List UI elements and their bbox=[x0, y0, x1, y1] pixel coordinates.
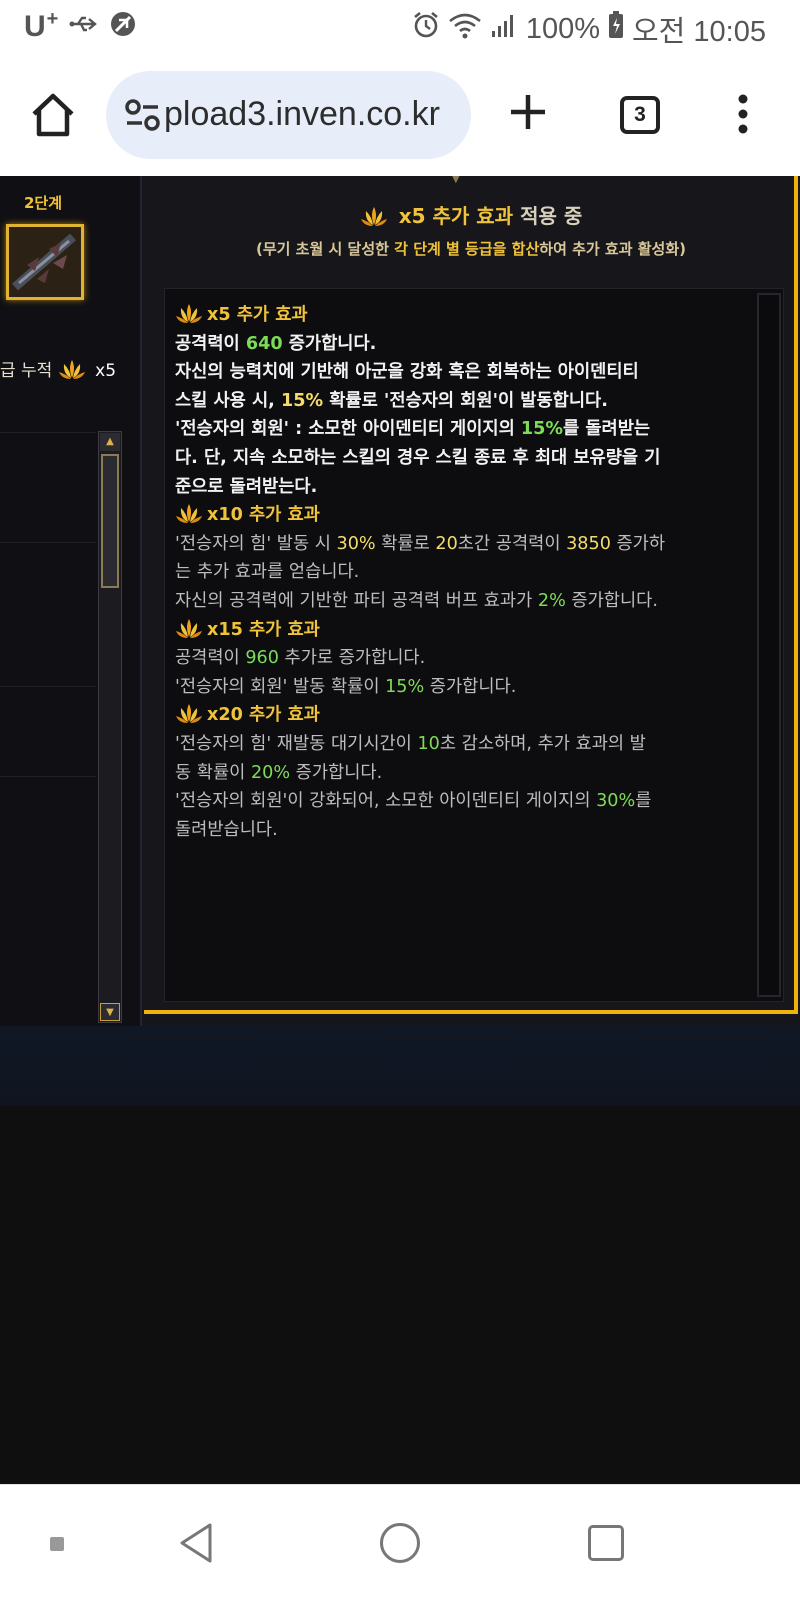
effect-box-scrollbar[interactable] bbox=[757, 293, 781, 997]
lotus-icon bbox=[58, 360, 85, 379]
effect-line: 공격력이 640 증가합니다. bbox=[175, 333, 377, 354]
new-tab-button[interactable] bbox=[508, 92, 548, 132]
plus-icon bbox=[511, 95, 545, 129]
effect-line: 돌려받습니다. bbox=[175, 819, 278, 840]
lotus-icon bbox=[176, 304, 202, 323]
page-background bbox=[0, 1106, 800, 1484]
list-divider bbox=[0, 432, 96, 433]
stack-count-label: 급 누적 x5 bbox=[0, 356, 116, 381]
nav-back-button[interactable] bbox=[176, 1521, 216, 1565]
effect-heading-x10: x10 추가 효과 bbox=[175, 501, 735, 530]
clock: 오전 10:05 bbox=[632, 16, 766, 48]
nav-indicator-icon bbox=[50, 1537, 64, 1551]
effect-line: 자신의 능력치에 기반해 아군을 강화 혹은 회복하는 아이덴티티 bbox=[175, 362, 639, 383]
weapon-icon bbox=[9, 227, 81, 297]
game-background bbox=[0, 1026, 800, 1106]
effect-line: 스킬 사용 시, 15% 확률로 '전승자의 회원'이 발동합니다. bbox=[175, 390, 608, 411]
url-text: pload3.inven.co.kr bbox=[164, 95, 440, 133]
scroll-up-icon[interactable]: ▲ bbox=[100, 433, 120, 451]
usb-icon bbox=[69, 13, 99, 39]
effect-panel: ▼ x5 추가 효과 적용 중 (무기 초월 시 달성한 각 단계 별 등급을 … bbox=[144, 176, 798, 1014]
effect-line: '전승자의 회원' : 소모한 아이덴티티 게이지의 15%를 돌려받는 bbox=[175, 419, 651, 440]
effect-line: 다. 단, 지속 소모하는 스킬의 경우 스킬 종료 후 최대 보유량을 기 bbox=[175, 447, 661, 468]
stage-list-scrollbar[interactable]: ▲ ▼ bbox=[98, 431, 122, 1023]
tab-switcher-button[interactable]: 3 bbox=[620, 96, 660, 134]
stage-list bbox=[0, 424, 96, 1004]
system-nav-bar bbox=[0, 1484, 800, 1600]
list-divider bbox=[0, 776, 96, 777]
effect-line: 준으로 돌려받는다. bbox=[175, 476, 318, 497]
data-saver-icon bbox=[109, 10, 137, 42]
battery-icon bbox=[608, 11, 624, 47]
effect-heading-x5: x5 추가 효과 bbox=[175, 301, 735, 330]
lotus-icon bbox=[176, 704, 202, 724]
effect-subtitle: (무기 초월 시 달성한 각 단계 별 등급을 합산하여 추가 효과 활성화) bbox=[256, 240, 686, 258]
effect-line: 동 확률이 20% 증가합니다. bbox=[175, 762, 383, 783]
nav-back-icon bbox=[180, 1523, 212, 1563]
signal-icon bbox=[490, 11, 518, 47]
effect-line: '전승자의 힘' 재발동 대기시간이 10초 감소하며, 추가 효과의 발 bbox=[175, 733, 646, 754]
status-left: U+ bbox=[24, 8, 137, 44]
home-icon bbox=[32, 93, 74, 137]
more-icon bbox=[738, 94, 748, 134]
game-screenshot: 2단계 급 누적 x5 ▲ ▼ ▼ x5 추가 효과 적용 중 (무기 초월 시… bbox=[0, 176, 800, 1026]
browser-toolbar: pload3.inven.co.kr 3 bbox=[0, 54, 800, 176]
scroll-down-icon[interactable]: ▼ bbox=[100, 1003, 120, 1021]
effect-text: x5 추가 효과 공격력이 640 증가합니다. 자신의 능력치에 기반해 아군… bbox=[175, 301, 735, 844]
status-bar: U+ 100% 오전 10:05 bbox=[0, 0, 800, 54]
effect-description-box: x5 추가 효과 공격력이 640 증가합니다. 자신의 능력치에 기반해 아군… bbox=[164, 288, 784, 1002]
effect-line: 는 추가 효과를 얻습니다. bbox=[175, 562, 360, 583]
stage-panel: 2단계 급 누적 x5 ▲ ▼ bbox=[0, 176, 142, 1026]
effect-line: '전승자의 회원' 발동 확률이 15% 증가합니다. bbox=[175, 676, 517, 697]
status-right: 100% 오전 10:05 bbox=[412, 8, 766, 50]
lotus-icon bbox=[176, 618, 202, 638]
wifi-icon bbox=[448, 11, 482, 47]
tab-count: 3 bbox=[634, 103, 646, 126]
battery-percent: 100% bbox=[525, 12, 600, 45]
effect-line: 자신의 공격력에 기반한 파티 공격력 버프 효과가 2% 증가합니다. bbox=[175, 590, 658, 611]
effect-heading-x15: x15 추가 효과 bbox=[175, 616, 735, 645]
nav-home-icon[interactable] bbox=[380, 1523, 420, 1563]
address-bar[interactable]: pload3.inven.co.kr bbox=[106, 71, 471, 159]
lotus-icon bbox=[176, 504, 202, 524]
scroll-thumb[interactable] bbox=[101, 454, 119, 588]
home-button[interactable] bbox=[28, 92, 78, 138]
stage-label: 2단계 bbox=[24, 194, 63, 212]
alarm-icon bbox=[412, 11, 440, 47]
lotus-icon bbox=[360, 207, 387, 226]
site-settings-icon[interactable] bbox=[124, 97, 162, 133]
effect-header: x5 추가 효과 적용 중 bbox=[144, 200, 798, 229]
more-menu-button[interactable] bbox=[736, 94, 750, 134]
weapon-item-slot[interactable] bbox=[6, 224, 84, 300]
effect-line: '전승자의 힘' 발동 시 30% 확률로 20초간 공격력이 3850 증가하 bbox=[175, 533, 666, 554]
effect-line: 공격력이 960 추가로 증가합니다. bbox=[175, 648, 426, 669]
panel-ornament-icon: ▼ bbox=[452, 176, 460, 185]
list-divider bbox=[0, 542, 96, 543]
web-content: 2단계 급 누적 x5 ▲ ▼ ▼ x5 추가 효과 적용 중 (무기 초월 시… bbox=[0, 176, 800, 1484]
effect-heading-x20: x20 추가 효과 bbox=[175, 701, 735, 730]
effect-line: '전승자의 회원'이 강화되어, 소모한 아이덴티티 게이지의 30%를 bbox=[175, 791, 652, 812]
list-divider bbox=[0, 686, 96, 687]
nav-recent-icon[interactable] bbox=[588, 1525, 624, 1561]
carrier-label: U+ bbox=[24, 8, 60, 43]
